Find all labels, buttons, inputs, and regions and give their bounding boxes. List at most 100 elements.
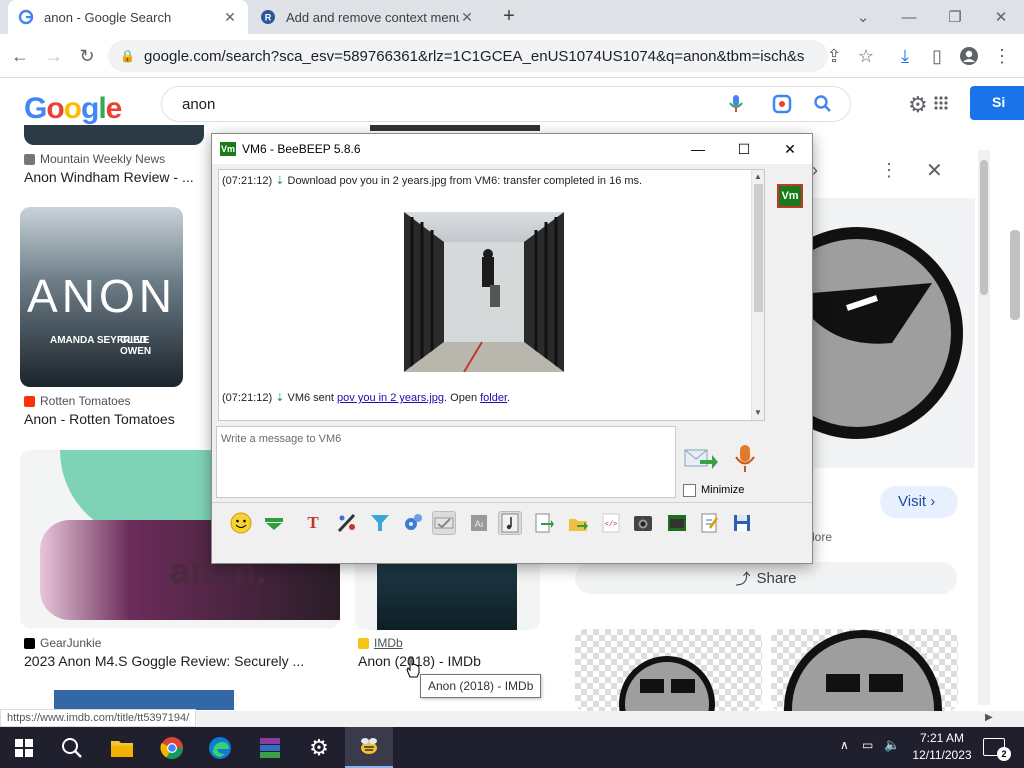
send-file-icon[interactable] bbox=[532, 511, 556, 535]
scroll-down-icon[interactable]: ▼ bbox=[754, 408, 762, 417]
emoticon-icon[interactable] bbox=[229, 511, 253, 535]
lens-search-icon[interactable] bbox=[772, 94, 792, 114]
green-arrow-down-icon[interactable] bbox=[262, 511, 286, 535]
music-note-icon[interactable] bbox=[498, 511, 522, 535]
new-tab-button[interactable]: + bbox=[497, 5, 521, 29]
sign-in-button[interactable]: Si bbox=[970, 86, 1024, 120]
apps-grid-icon[interactable] bbox=[934, 96, 948, 110]
chat-message: (07:21:12) ⇣ VM6 sent pov you in 2 years… bbox=[222, 392, 511, 404]
restore-icon[interactable]: ❐ bbox=[932, 0, 978, 34]
related-image-2[interactable] bbox=[771, 629, 958, 711]
bookmark-star-icon[interactable]: ☆ bbox=[854, 44, 878, 68]
preview-image-sunglasses[interactable] bbox=[812, 198, 975, 468]
winrar-icon[interactable] bbox=[246, 727, 294, 768]
close-tab-icon[interactable]: ✕ bbox=[222, 9, 238, 26]
user-avatar[interactable]: Vm bbox=[777, 184, 803, 208]
result-title[interactable]: Anon - Rotten Tomatoes bbox=[24, 411, 175, 427]
search-input[interactable]: anon bbox=[161, 86, 851, 122]
chat-message: (07:21:12) ⇣ Download pov you in 2 years… bbox=[222, 175, 643, 187]
windows-start-icon[interactable] bbox=[0, 727, 48, 768]
reload-icon[interactable]: ↻ bbox=[75, 44, 99, 68]
send-folder-icon[interactable] bbox=[566, 511, 590, 535]
profile-avatar-icon[interactable] bbox=[957, 44, 981, 68]
result-card-imdb[interactable] bbox=[355, 560, 540, 630]
chat-scrollbar[interactable]: ▲ ▼ bbox=[751, 170, 764, 420]
related-image-1[interactable] bbox=[575, 629, 762, 711]
back-arrow-icon[interactable]: ← bbox=[8, 44, 32, 68]
menu-dots-icon[interactable]: ⋮ bbox=[990, 44, 1014, 68]
network-icon[interactable]: ▭ bbox=[862, 738, 873, 752]
text-tool-icon[interactable]: Aı bbox=[467, 511, 491, 535]
result-source[interactable]: Mountain Weekly News bbox=[24, 152, 165, 166]
result-image-anon-poster[interactable]: ANON AMANDA SEYFRIED CLIVE OWEN bbox=[20, 207, 183, 387]
save-chat-icon[interactable] bbox=[730, 511, 754, 535]
visit-button[interactable]: Visit › bbox=[880, 486, 958, 518]
site-favicon-icon: R bbox=[260, 9, 276, 25]
html-code-icon[interactable]: </> bbox=[599, 511, 623, 535]
outer-scrollbar-thumb[interactable] bbox=[1010, 230, 1020, 320]
send-icon[interactable] bbox=[684, 446, 718, 472]
maximize-icon[interactable]: ☐ bbox=[721, 134, 767, 164]
page-scrollbar[interactable] bbox=[978, 150, 990, 705]
settings-gear-icon[interactable]: ⚙ bbox=[908, 92, 928, 118]
share-page-icon[interactable]: ⇪ bbox=[822, 44, 846, 68]
close-window-icon[interactable]: ✕ bbox=[978, 0, 1024, 34]
volume-muted-icon[interactable]: 🔈 bbox=[884, 737, 900, 753]
result-image-partial[interactable] bbox=[54, 690, 234, 710]
settings-gear-icon[interactable]: ⚙ bbox=[295, 727, 343, 768]
minimize-icon[interactable]: — bbox=[886, 0, 932, 34]
forward-arrow-icon[interactable]: → bbox=[42, 44, 66, 68]
share-button[interactable]: ⤴ Share bbox=[575, 562, 957, 594]
notes-icon[interactable] bbox=[697, 511, 721, 535]
folder-link[interactable]: folder bbox=[480, 392, 507, 404]
shared-image-hallway[interactable] bbox=[404, 212, 564, 372]
side-panel-icon[interactable]: ▯ bbox=[925, 44, 949, 68]
transfer-arrow-icon: ⇣ bbox=[275, 392, 285, 404]
chevron-up-icon[interactable]: ∧ bbox=[840, 738, 849, 752]
close-panel-icon[interactable]: ✕ bbox=[926, 158, 943, 183]
settings-gears-icon[interactable] bbox=[401, 511, 425, 535]
transfer-arrow-icon: ⇣ bbox=[275, 175, 285, 187]
chrome-icon[interactable] bbox=[148, 727, 196, 768]
beebeep-taskbar-icon[interactable] bbox=[345, 727, 393, 768]
font-icon[interactable]: T bbox=[301, 511, 325, 535]
edge-icon[interactable] bbox=[196, 727, 244, 768]
tab-context-menu[interactable]: R Add and remove context menu i ✕ bbox=[250, 0, 485, 34]
close-window-icon[interactable]: ✕ bbox=[767, 134, 813, 164]
close-tab-icon[interactable]: ✕ bbox=[459, 9, 475, 26]
minimize-icon[interactable]: — bbox=[675, 134, 721, 164]
tab-google-search[interactable]: anon - Google Search ✕ bbox=[8, 0, 248, 34]
search-icon[interactable] bbox=[813, 94, 833, 114]
result-title[interactable]: Anon Windham Review - ... bbox=[24, 169, 194, 185]
result-source[interactable]: GearJunkie bbox=[24, 636, 101, 650]
filter-icon[interactable] bbox=[368, 511, 392, 535]
color-picker-icon[interactable] bbox=[335, 511, 359, 535]
lock-icon: 🔒 bbox=[120, 49, 135, 63]
screen-capture-icon[interactable] bbox=[665, 511, 689, 535]
result-title[interactable]: 2023 Anon M4.S Goggle Review: Securely .… bbox=[24, 653, 304, 669]
more-link-fragment[interactable]: lore bbox=[812, 530, 832, 544]
screenshot-icon[interactable] bbox=[631, 511, 655, 535]
scroll-up-icon[interactable]: ▲ bbox=[754, 172, 762, 181]
result-source[interactable]: Rotten Tomatoes bbox=[24, 394, 131, 408]
system-clock[interactable]: 7:21 AM 12/11/2023 bbox=[902, 730, 982, 764]
result-image-partial[interactable] bbox=[370, 125, 540, 131]
spellcheck-icon[interactable] bbox=[432, 511, 456, 535]
google-logo[interactable]: Google bbox=[24, 92, 122, 126]
microphone-icon[interactable] bbox=[734, 444, 756, 474]
minimize-checkbox[interactable] bbox=[683, 484, 696, 497]
file-explorer-icon[interactable] bbox=[98, 727, 146, 768]
notifications-icon[interactable]: 2 bbox=[983, 738, 1011, 761]
tab-search-icon[interactable]: ⌄ bbox=[840, 0, 886, 34]
message-input[interactable]: Write a message to VM6 bbox=[216, 426, 676, 498]
download-icon[interactable]: ⤓ bbox=[893, 44, 917, 68]
scroll-right-icon[interactable]: ▶ bbox=[985, 712, 993, 723]
address-bar[interactable]: 🔒 google.com/search?sca_esv=589766361&rl… bbox=[108, 40, 828, 72]
result-source[interactable]: IMDb bbox=[358, 636, 403, 650]
file-link[interactable]: pov you in 2 years.jpg bbox=[337, 392, 444, 404]
result-image-mountain[interactable] bbox=[24, 125, 204, 145]
scroll-thumb[interactable] bbox=[754, 184, 763, 312]
search-icon[interactable] bbox=[48, 727, 96, 768]
more-options-icon[interactable]: ⋮ bbox=[880, 160, 898, 181]
voice-search-icon[interactable] bbox=[727, 94, 745, 114]
